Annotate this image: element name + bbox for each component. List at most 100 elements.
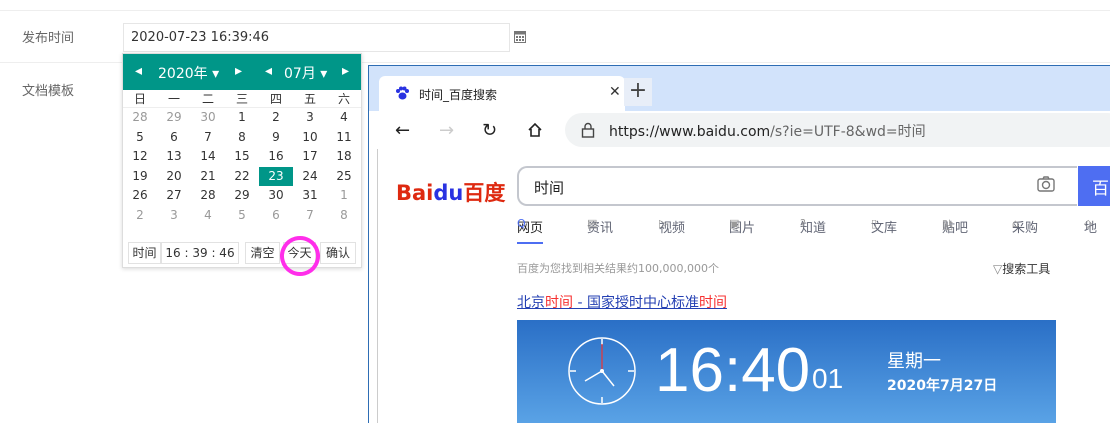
search-tab[interactable]: ▤ 资讯	[587, 217, 613, 236]
search-button[interactable]: 百	[1078, 166, 1110, 206]
logo-bai: Bai	[396, 181, 434, 205]
weekday-label: 二	[201, 92, 214, 106]
search-tab[interactable]: ▷ 视频	[659, 217, 685, 236]
url-text[interactable]: https://www.baidu.com/s?ie=UTF-8&wd=时间	[609, 121, 926, 141]
next-month-icon[interactable]: ▸	[342, 63, 349, 79]
month-select[interactable]: 07月 ▾	[284, 63, 327, 83]
day-cell[interactable]: 4	[191, 206, 225, 226]
day-cell[interactable]: 5	[123, 128, 157, 148]
result-title-link[interactable]: 北京时间 - 国家授时中心标准时间	[517, 292, 727, 312]
prev-month-icon[interactable]: ◂	[265, 63, 272, 79]
date-picker-header: ◂ 2020年 ▾ ▸ ◂ 07月 ▾ ▸	[123, 54, 361, 90]
result-title-mid: - 国家授时中心标准	[573, 295, 699, 311]
day-grid: 28 29 30 1 2 3 4 5 6 7 8 9 10 11 12 13 14 15 16 17 18 19 20 21 2…	[123, 108, 361, 225]
year-text: 2020年	[158, 66, 208, 82]
next-year-icon[interactable]: ▸	[235, 63, 242, 79]
zhidao-icon: ?	[800, 217, 806, 230]
day-cell[interactable]: 6	[259, 206, 293, 226]
year-select[interactable]: 2020年 ▾	[158, 63, 219, 83]
day-cell[interactable]: 1	[327, 186, 361, 206]
new-tab-button[interactable]: +	[624, 78, 652, 106]
search-tab[interactable]: ? 知道	[800, 217, 826, 236]
day-cell[interactable]: 30	[259, 186, 293, 206]
home-icon[interactable]	[527, 122, 543, 138]
day-cell[interactable]: 12	[123, 147, 157, 167]
day-cell[interactable]: 21	[191, 167, 225, 187]
day-cell[interactable]: 11	[327, 128, 361, 148]
search-tab[interactable]: ◇ 地	[1084, 217, 1097, 236]
day-cell[interactable]: 3	[157, 206, 191, 226]
reload-icon[interactable]: ↻	[482, 120, 497, 141]
day-cell[interactable]: 6	[157, 128, 191, 148]
day-cell[interactable]: 13	[157, 147, 191, 167]
day-cell[interactable]: 24	[293, 167, 327, 187]
day-cell[interactable]: 25	[327, 167, 361, 187]
day-cell[interactable]: 8	[327, 206, 361, 226]
search-tab[interactable]: ▯ 文库	[871, 217, 897, 236]
day-cell[interactable]: 17	[293, 147, 327, 167]
clear-button[interactable]: 清空	[245, 242, 280, 264]
date-picker: ◂ 2020年 ▾ ▸ ◂ 07月 ▾ ▸ 日一二三四五六 28 29 30 1 2 3 4…	[122, 53, 362, 268]
search-tab[interactable]: Q 网页	[517, 217, 544, 244]
search-box[interactable]: 时间	[517, 166, 1077, 206]
day-cell[interactable]: 9	[259, 128, 293, 148]
day-cell[interactable]: 7	[191, 128, 225, 148]
prev-year-icon[interactable]: ◂	[135, 63, 142, 79]
baidu-page: Baidu百度 时间 百 Q 网页 ▤ 资讯 ▷ 视频 ▣ 图片? 知道 ▯ 文库贴贴吧 ⌂ 采购 ◇ 地 …	[377, 149, 1110, 423]
day-cell[interactable]: 28	[191, 186, 225, 206]
day-cell[interactable]: 3	[293, 108, 327, 128]
baidu-logo[interactable]: Baidu百度	[396, 177, 505, 207]
publish-time-input[interactable]: 2020-07-23 16:39:46	[123, 23, 510, 52]
day-cell[interactable]: 19	[123, 167, 157, 187]
back-icon[interactable]: ←	[395, 120, 410, 141]
day-cell[interactable]: 22	[225, 167, 259, 187]
day-cell[interactable]: 29	[225, 186, 259, 206]
day-cell[interactable]: 8	[225, 128, 259, 148]
day-cell[interactable]: 1	[225, 108, 259, 128]
close-tab-icon[interactable]: ✕	[609, 84, 621, 100]
calendar-icon[interactable]	[514, 30, 526, 43]
day-cell[interactable]: 26	[123, 186, 157, 206]
day-cell[interactable]: 4	[327, 108, 361, 128]
weekday-label: 六	[337, 92, 350, 106]
forward-icon[interactable]: →	[439, 120, 454, 141]
day-cell-selected[interactable]: 23	[259, 166, 293, 186]
day-cell[interactable]: 5	[225, 206, 259, 226]
day-cell[interactable]: 29	[157, 108, 191, 128]
day-cell[interactable]: 28	[123, 108, 157, 128]
day-cell[interactable]: 27	[157, 186, 191, 206]
weekday-text: 星期一	[887, 351, 941, 372]
day-cell[interactable]: 18	[327, 147, 361, 167]
browser-tab[interactable]: 时间_百度搜索 ✕	[379, 76, 625, 111]
result-title-pre: 北京	[517, 295, 545, 311]
digital-seconds: 01	[812, 363, 844, 394]
news-icon: ▤	[587, 217, 598, 230]
result-title-em2: 时间	[698, 295, 727, 311]
day-cell[interactable]: 7	[293, 206, 327, 226]
search-tab[interactable]: ▣ 图片	[729, 217, 755, 236]
day-cell[interactable]: 15	[225, 147, 259, 167]
date-picker-footer: 时间 16 : 39 : 46 清空 今天 确认	[123, 240, 361, 264]
day-cell[interactable]: 10	[293, 128, 327, 148]
time-card: 16:40 01 星期一 2020年7月27日	[517, 320, 1056, 423]
day-cell[interactable]: 20	[157, 167, 191, 187]
camera-icon[interactable]	[1037, 176, 1055, 192]
day-cell[interactable]: 2	[259, 108, 293, 128]
weekday-label: 三	[235, 92, 248, 106]
search-tab[interactable]: ⌂ 采购	[1012, 217, 1038, 236]
time-value[interactable]: 16 : 39 : 46	[161, 242, 239, 264]
search-tab[interactable]: 贴贴吧	[942, 217, 968, 236]
search-tools-label: 搜索工具	[1002, 262, 1051, 276]
tab-bar: 时间_百度搜索 ✕ +	[369, 66, 1110, 111]
lock-icon[interactable]	[581, 122, 595, 138]
day-cell[interactable]: 14	[191, 147, 225, 167]
url-host: https://www.baidu.com	[609, 124, 771, 140]
day-cell[interactable]: 2	[123, 206, 157, 226]
search-tools[interactable]: ▽搜索工具	[993, 260, 1050, 277]
day-cell[interactable]: 16	[259, 147, 293, 167]
search-query: 时间	[534, 179, 565, 197]
day-cell[interactable]: 30	[191, 108, 225, 128]
confirm-button[interactable]: 确认	[320, 242, 356, 264]
day-cell[interactable]: 31	[293, 186, 327, 206]
time-toggle-button[interactable]: 时间	[128, 242, 161, 264]
